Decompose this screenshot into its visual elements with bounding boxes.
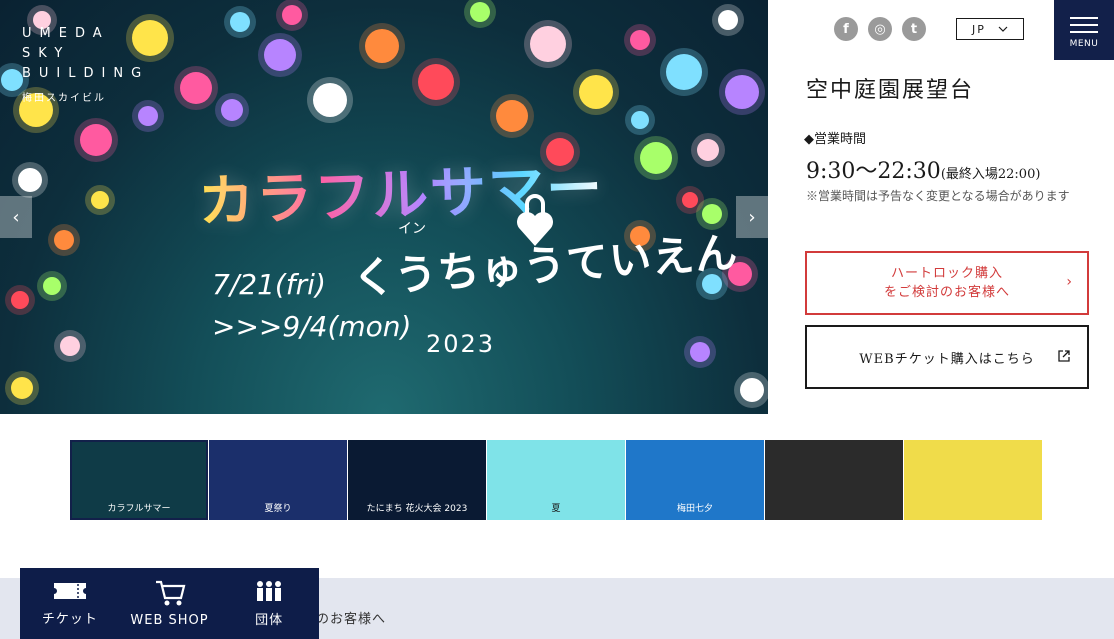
chevron-left-icon: ‹: [12, 206, 20, 228]
bottom-nav-webshop-label: WEB SHOP: [130, 613, 209, 628]
heartlock-line-2: をご検討のお客様へ: [883, 285, 1010, 300]
menu-button[interactable]: MENU: [1054, 0, 1114, 60]
bottom-nav-group[interactable]: 団体: [219, 568, 319, 639]
facebook-icon[interactable]: f: [834, 17, 858, 41]
cart-icon: [155, 580, 185, 606]
slider-thumbnail[interactable]: 梅田七夕: [626, 440, 764, 520]
hero-subtitle-small: イン: [398, 221, 426, 237]
hours-last-entry: (最終入場22:00): [940, 167, 1041, 182]
web-ticket-button[interactable]: WEBチケット購入はこちら: [805, 325, 1089, 389]
chevron-right-icon: ›: [1066, 274, 1073, 290]
bottom-nav-ticket-label: チケット: [41, 612, 98, 627]
hours-note: ※営業時間は予告なく変更となる場合があります: [806, 189, 1070, 203]
site-logo[interactable]: UMEDA SKY BUILDING 梅田スカイビル: [22, 24, 149, 104]
slider-thumbnail[interactable]: カラフルサマー: [70, 440, 208, 520]
slider-thumbnail[interactable]: 夏: [487, 440, 625, 520]
thumbnail-caption: たにまち 花火大会 2023: [366, 504, 468, 514]
menu-label: MENU: [1069, 38, 1099, 49]
logo-subtitle: 梅田スカイビル: [22, 93, 106, 104]
hours-value: 9:30〜22:30(最終入場22:00): [806, 153, 1040, 185]
hours-main: 9:30〜22:30: [806, 159, 941, 184]
thumbnail-caption: 梅田七夕: [676, 504, 713, 514]
slider-thumbnails: カラフルサマー 夏祭り たにまち 花火大会 2023 夏 梅田七夕: [70, 440, 1043, 520]
logo-line-2: SKY: [22, 46, 71, 61]
slider-thumbnail[interactable]: 夏祭り: [209, 440, 347, 520]
external-link-icon: [1058, 350, 1070, 362]
ticket-icon: [53, 583, 86, 599]
instagram-icon[interactable]: ◎: [868, 17, 892, 41]
hero-year: 2023: [426, 330, 496, 358]
bottom-nav: チケット WEB SHOP 団体: [20, 568, 319, 639]
bottom-nav-webshop[interactable]: WEB SHOP: [120, 568, 220, 639]
slider-thumbnail[interactable]: [904, 440, 1042, 520]
facility-title: 空中庭園展望台: [806, 78, 975, 103]
slider-next-button[interactable]: ›: [736, 196, 768, 238]
chevron-down-icon: [998, 26, 1008, 32]
twitter-icon[interactable]: t: [902, 17, 926, 41]
slider-prev-button[interactable]: ‹: [0, 196, 32, 238]
heartlock-line-1: ハートロック購入: [890, 266, 1003, 281]
thumbnail-caption: カラフルサマー: [107, 504, 171, 514]
hours-heading: ◆営業時間: [804, 132, 866, 147]
web-ticket-label: WEBチケット購入はこちら: [859, 351, 1035, 367]
hero-date-start: 7/21(fri): [212, 268, 326, 301]
hamburger-icon: [1070, 12, 1098, 38]
logo-line-1: UMEDA: [22, 26, 110, 41]
slider-thumbnail[interactable]: たにまち 花火大会 2023: [348, 440, 486, 520]
language-select[interactable]: JP: [956, 18, 1024, 40]
hero-slider[interactable]: UMEDA SKY BUILDING 梅田スカイビル カラフルサマー くうちゅう…: [0, 0, 768, 414]
bottom-nav-ticket[interactable]: チケット: [20, 568, 120, 639]
heartlock-button[interactable]: ハートロック購入 をご検討のお客様へ ›: [805, 251, 1089, 315]
social-links: f ◎ t: [834, 17, 926, 41]
chevron-right-icon: ›: [748, 206, 756, 228]
group-icon: [257, 581, 282, 601]
hero-date-end: >>>9/4(mon): [212, 310, 412, 343]
info-band-text[interactable]: のお客様へ: [316, 608, 386, 627]
thumbnail-caption: 夏: [551, 504, 561, 514]
thumbnail-caption: 夏祭り: [264, 504, 292, 514]
language-value: JP: [972, 22, 986, 36]
bottom-nav-group-label: 団体: [255, 613, 284, 628]
logo-line-3: BUILDING: [22, 66, 150, 81]
slider-thumbnail[interactable]: [765, 440, 903, 520]
